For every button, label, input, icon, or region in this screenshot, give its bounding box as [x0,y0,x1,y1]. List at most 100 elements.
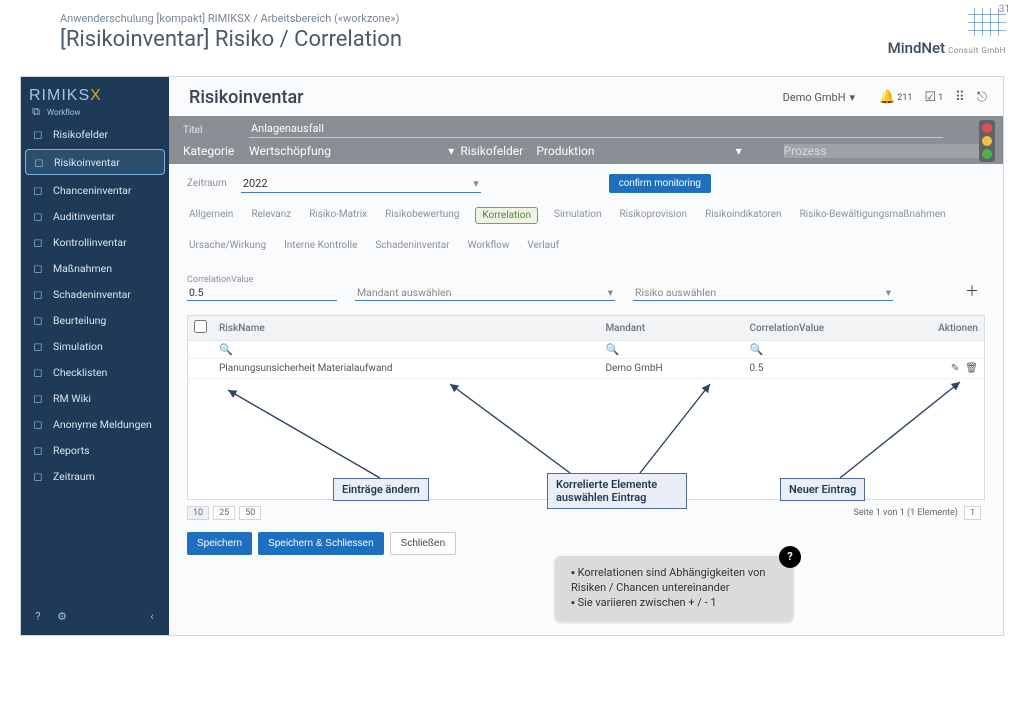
app-frame: RIMIKSX ⧉Workflow ◻Risikofelder◻Risikoin… [20,76,1004,636]
list-icon: ◻ [32,155,46,169]
sidebar-item-label: Checklisten [53,366,107,379]
tab-risikobewertung[interactable]: Risikobewertung [383,207,461,224]
col-riskname[interactable]: RiskName [213,316,599,341]
report-icon: ◻ [31,443,45,457]
col-corr[interactable]: CorrelationValue [743,316,924,341]
tab-ursache-wirkung[interactable]: Ursache/Wirkung [187,238,268,253]
sidebar-item-checklisten[interactable]: ◻ Checklisten [21,359,169,385]
sidebar: RIMIKSX ⧉Workflow ◻Risikofelder◻Risikoin… [21,77,169,635]
sidebar-item-zeitraum[interactable]: ◻ Zeitraum [21,463,169,489]
sidebar-item-chanceninventar[interactable]: ◻Chanceninventar [21,177,169,203]
page-title: Risikoinventar [189,87,304,108]
table-row: Planungsunsicherheit MaterialaufwandDemo… [188,359,984,379]
pagesize-25[interactable]: 25 [213,506,235,520]
app-logo: RIMIKSX ⧉Workflow [21,83,169,121]
correlation-label: CorrelationValue [187,275,337,285]
select-all-checkbox[interactable] [194,320,207,333]
sidebar-item-auditinventar[interactable]: ◻ Auditinventar [21,203,169,229]
check-icon: ◻ [31,365,45,379]
sidebar-item-ma-nahmen[interactable]: ◻ Maßnahmen [21,255,169,281]
search-icon[interactable]: 🔍 [219,343,233,356]
page-1[interactable]: 1 [964,506,981,520]
mandant-select[interactable]: Mandant auswählen▾ [355,285,615,301]
settings-icon[interactable]: ⚙ [55,609,69,623]
confirm-monitoring-button[interactable]: confirm monitoring [609,174,711,193]
add-entry-button[interactable]: ＋ [965,281,985,301]
sidebar-item-label: RM Wiki [53,392,91,405]
zeitraum-select[interactable]: 2022▾ [241,175,481,193]
correlation-table: RiskName Mandant CorrelationValue Aktion… [188,316,984,379]
tab-risiko-bew-ltigungsma-nahmen[interactable]: Risiko-Bewältigungsmaßnahmen [798,207,948,224]
titel-value[interactable]: Anlagenausfall [249,122,943,138]
share-icon[interactable]: ⠿ [955,90,965,105]
sidebar-item-rm-wiki[interactable]: ◻RM Wiki [21,385,169,411]
mindnet-logo: MindNet Consult GmbH [888,8,1006,57]
edit-icon[interactable]: ✎ [951,363,959,374]
sidebar-item-label: Maßnahmen [53,262,112,275]
collapse-icon[interactable]: ‹ [145,609,159,623]
col-mandant[interactable]: Mandant [599,316,743,341]
sidebar-item-label: Reports [53,444,90,457]
sidebar-item-schadeninventar[interactable]: ◻Schadeninventar [21,281,169,307]
anon-icon: ◻ [31,417,45,431]
search-icon[interactable]: 🔍 [605,343,619,356]
close-button[interactable]: Schließen [390,532,456,555]
tab-relevanz[interactable]: Relevanz [249,207,293,224]
sidebar-item-risikofelder[interactable]: ◻Risikofelder [21,121,169,147]
tooltip: ? ▪ Korrelationen sind Abhängigkeiten vo… [555,556,793,621]
titel-label: Titel [183,125,243,136]
sidebar-item-anonyme-meldungen[interactable]: ◻ Anonyme Meldungen [21,411,169,437]
help-badge-icon: ? [779,546,801,568]
sidebar-item-label: Simulation [53,340,103,353]
sidebar-item-label: Anonyme Meldungen [53,418,152,431]
tab-risikoprovision[interactable]: Risikoprovision [617,207,689,224]
tab-interne-kontrolle[interactable]: Interne Kontrolle [282,238,359,253]
callout-new: Neuer Eintrag [780,478,865,501]
task-icon: ◻ [31,261,45,275]
callout-change: Einträge ändern [333,478,429,501]
delete-icon[interactable]: 🗑 [965,363,978,374]
sidebar-item-label: Beurteilung [53,314,106,327]
risikofelder-select[interactable]: Produktion ▾ [536,144,741,158]
damage-icon: ◻ [31,287,45,301]
tab-verlauf[interactable]: Verlauf [525,238,561,253]
org-selector[interactable]: Demo GmbH▾ [783,91,855,104]
save-button[interactable]: Speichern [187,532,252,555]
bell-icon[interactable]: 🔔211 [879,90,912,105]
risikofelder-label: Risikofelder [460,144,530,158]
sidebar-item-kontrollinventar[interactable]: ◻ Kontrollinventar [21,229,169,255]
audit-icon: ◻ [31,209,45,223]
tab-allgemein[interactable]: Allgemein [187,207,235,224]
callout-select: Korrelierte Elemente auswählen Eintrag [547,473,687,509]
sidebar-item-reports[interactable]: ◻ Reports [21,437,169,463]
sidebar-item-simulation[interactable]: ◻Simulation [21,333,169,359]
pagesize-10[interactable]: 10 [187,506,209,520]
sidebar-item-label: Kontrollinventar [53,236,127,249]
logout-icon[interactable]: ⎋ [977,90,987,105]
calendar-icon: ◻ [31,469,45,483]
pagesize-50[interactable]: 50 [239,506,261,520]
control-icon: ◻ [31,235,45,249]
tabs: Allgemein Relevanz Risiko-Matrix Risikobewe… [169,197,1003,259]
prozess-select[interactable]: Prozess▾ [784,144,989,158]
tab-risiko-matrix[interactable]: Risiko-Matrix [307,207,369,224]
tab-schadeninventar[interactable]: Schadeninventar [373,238,451,253]
tasks-icon[interactable]: ☑1 [924,90,943,105]
search-icon[interactable]: 🔍 [749,343,763,356]
sidebar-item-label: Auditinventar [53,210,115,223]
help-icon[interactable]: ? [31,609,45,623]
tab-korrelation[interactable]: Korrelation [475,207,538,224]
kategorie-select[interactable]: Wertschöpfung ▾ [249,144,454,158]
gauge-icon: ◻ [31,313,45,327]
risiko-select[interactable]: Risiko auswählen▾ [633,285,893,301]
workflow-icon: ⧉ [29,105,43,119]
sidebar-item-beurteilung[interactable]: ◻ Beurteilung [21,307,169,333]
sidebar-item-label: Zeitraum [53,470,95,483]
tab-simulation[interactable]: Simulation [552,207,603,224]
correlation-input[interactable]: 0.5 [187,285,337,301]
sidebar-item-risikoinventar[interactable]: ◻Risikoinventar [25,149,165,175]
tab-workflow[interactable]: Workflow [466,238,512,253]
doc-subtitle: Anwenderschulung [kompakt] RIMIKSX / Arb… [60,12,964,25]
tab-risikoindikatoren[interactable]: Risikoindikatoren [703,207,784,224]
save-close-button[interactable]: Speichern & Schliessen [258,532,384,555]
